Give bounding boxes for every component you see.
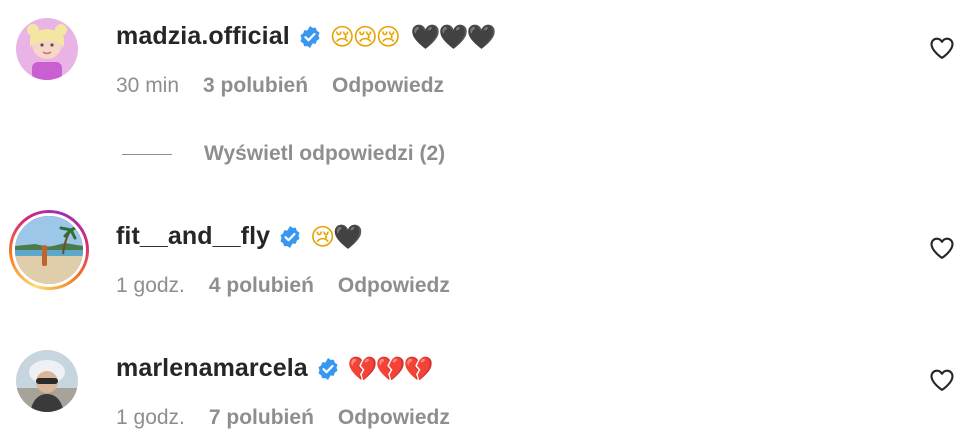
comment-text-emoji-heart: 🖤🖤🖤 bbox=[410, 22, 497, 51]
comment-text-emoji-sad: 😢😢😢 bbox=[329, 22, 401, 51]
username-link[interactable]: madzia.official bbox=[116, 22, 290, 51]
verified-badge-icon bbox=[298, 25, 322, 49]
view-replies-label: Wyświetl odpowiedzi (2) bbox=[204, 142, 446, 165]
like-heart-icon[interactable] bbox=[928, 366, 956, 394]
comment-text-emoji-heart: 💔💔💔 bbox=[347, 354, 434, 383]
likes-count[interactable]: 4 polubień bbox=[209, 274, 314, 298]
likes-count[interactable]: 7 polubień bbox=[209, 406, 314, 430]
reply-button[interactable]: Odpowiedz bbox=[338, 274, 450, 298]
avatar-madzia-icon bbox=[16, 18, 78, 80]
comment-header: madzia.official 😢😢😢 🖤🖤🖤 bbox=[116, 22, 497, 51]
verified-badge-icon bbox=[278, 225, 302, 249]
likes-count[interactable]: 3 polubień bbox=[203, 74, 308, 98]
username-link[interactable]: fit__and__fly bbox=[116, 222, 270, 251]
reply-button[interactable]: Odpowiedz bbox=[332, 74, 444, 98]
avatar[interactable] bbox=[14, 16, 80, 82]
reply-button[interactable]: Odpowiedz bbox=[338, 406, 450, 430]
comment-time[interactable]: 1 godz. bbox=[116, 274, 185, 298]
comment-text-emoji-heart: 🖤 bbox=[333, 222, 363, 251]
comment-meta: 1 godz. 7 polubień Odpowiedz bbox=[116, 406, 450, 430]
replies-divider bbox=[122, 153, 172, 155]
username-link[interactable]: marlenamarcela bbox=[116, 354, 308, 383]
avatar[interactable] bbox=[14, 348, 80, 414]
avatar-beach-icon bbox=[12, 213, 86, 287]
avatar[interactable] bbox=[9, 210, 89, 290]
verified-badge-icon bbox=[316, 357, 340, 381]
like-heart-icon[interactable] bbox=[928, 234, 956, 262]
comment-meta: 1 godz. 4 polubień Odpowiedz bbox=[116, 274, 450, 298]
like-heart-icon[interactable] bbox=[928, 34, 956, 62]
comment-text-emoji-sad: 😢 bbox=[310, 222, 335, 251]
avatar-marlena-icon bbox=[16, 350, 78, 412]
comment-time[interactable]: 1 godz. bbox=[116, 406, 185, 430]
view-replies-button[interactable]: Wyświetl odpowiedzi (2) bbox=[122, 142, 445, 166]
comment-header: fit__and__fly 😢 🖤 bbox=[116, 222, 363, 251]
comment-meta: 30 min 3 polubień Odpowiedz bbox=[116, 74, 444, 98]
comment-header: marlenamarcela 💔💔💔 bbox=[116, 354, 434, 383]
comment-time[interactable]: 30 min bbox=[116, 74, 179, 98]
